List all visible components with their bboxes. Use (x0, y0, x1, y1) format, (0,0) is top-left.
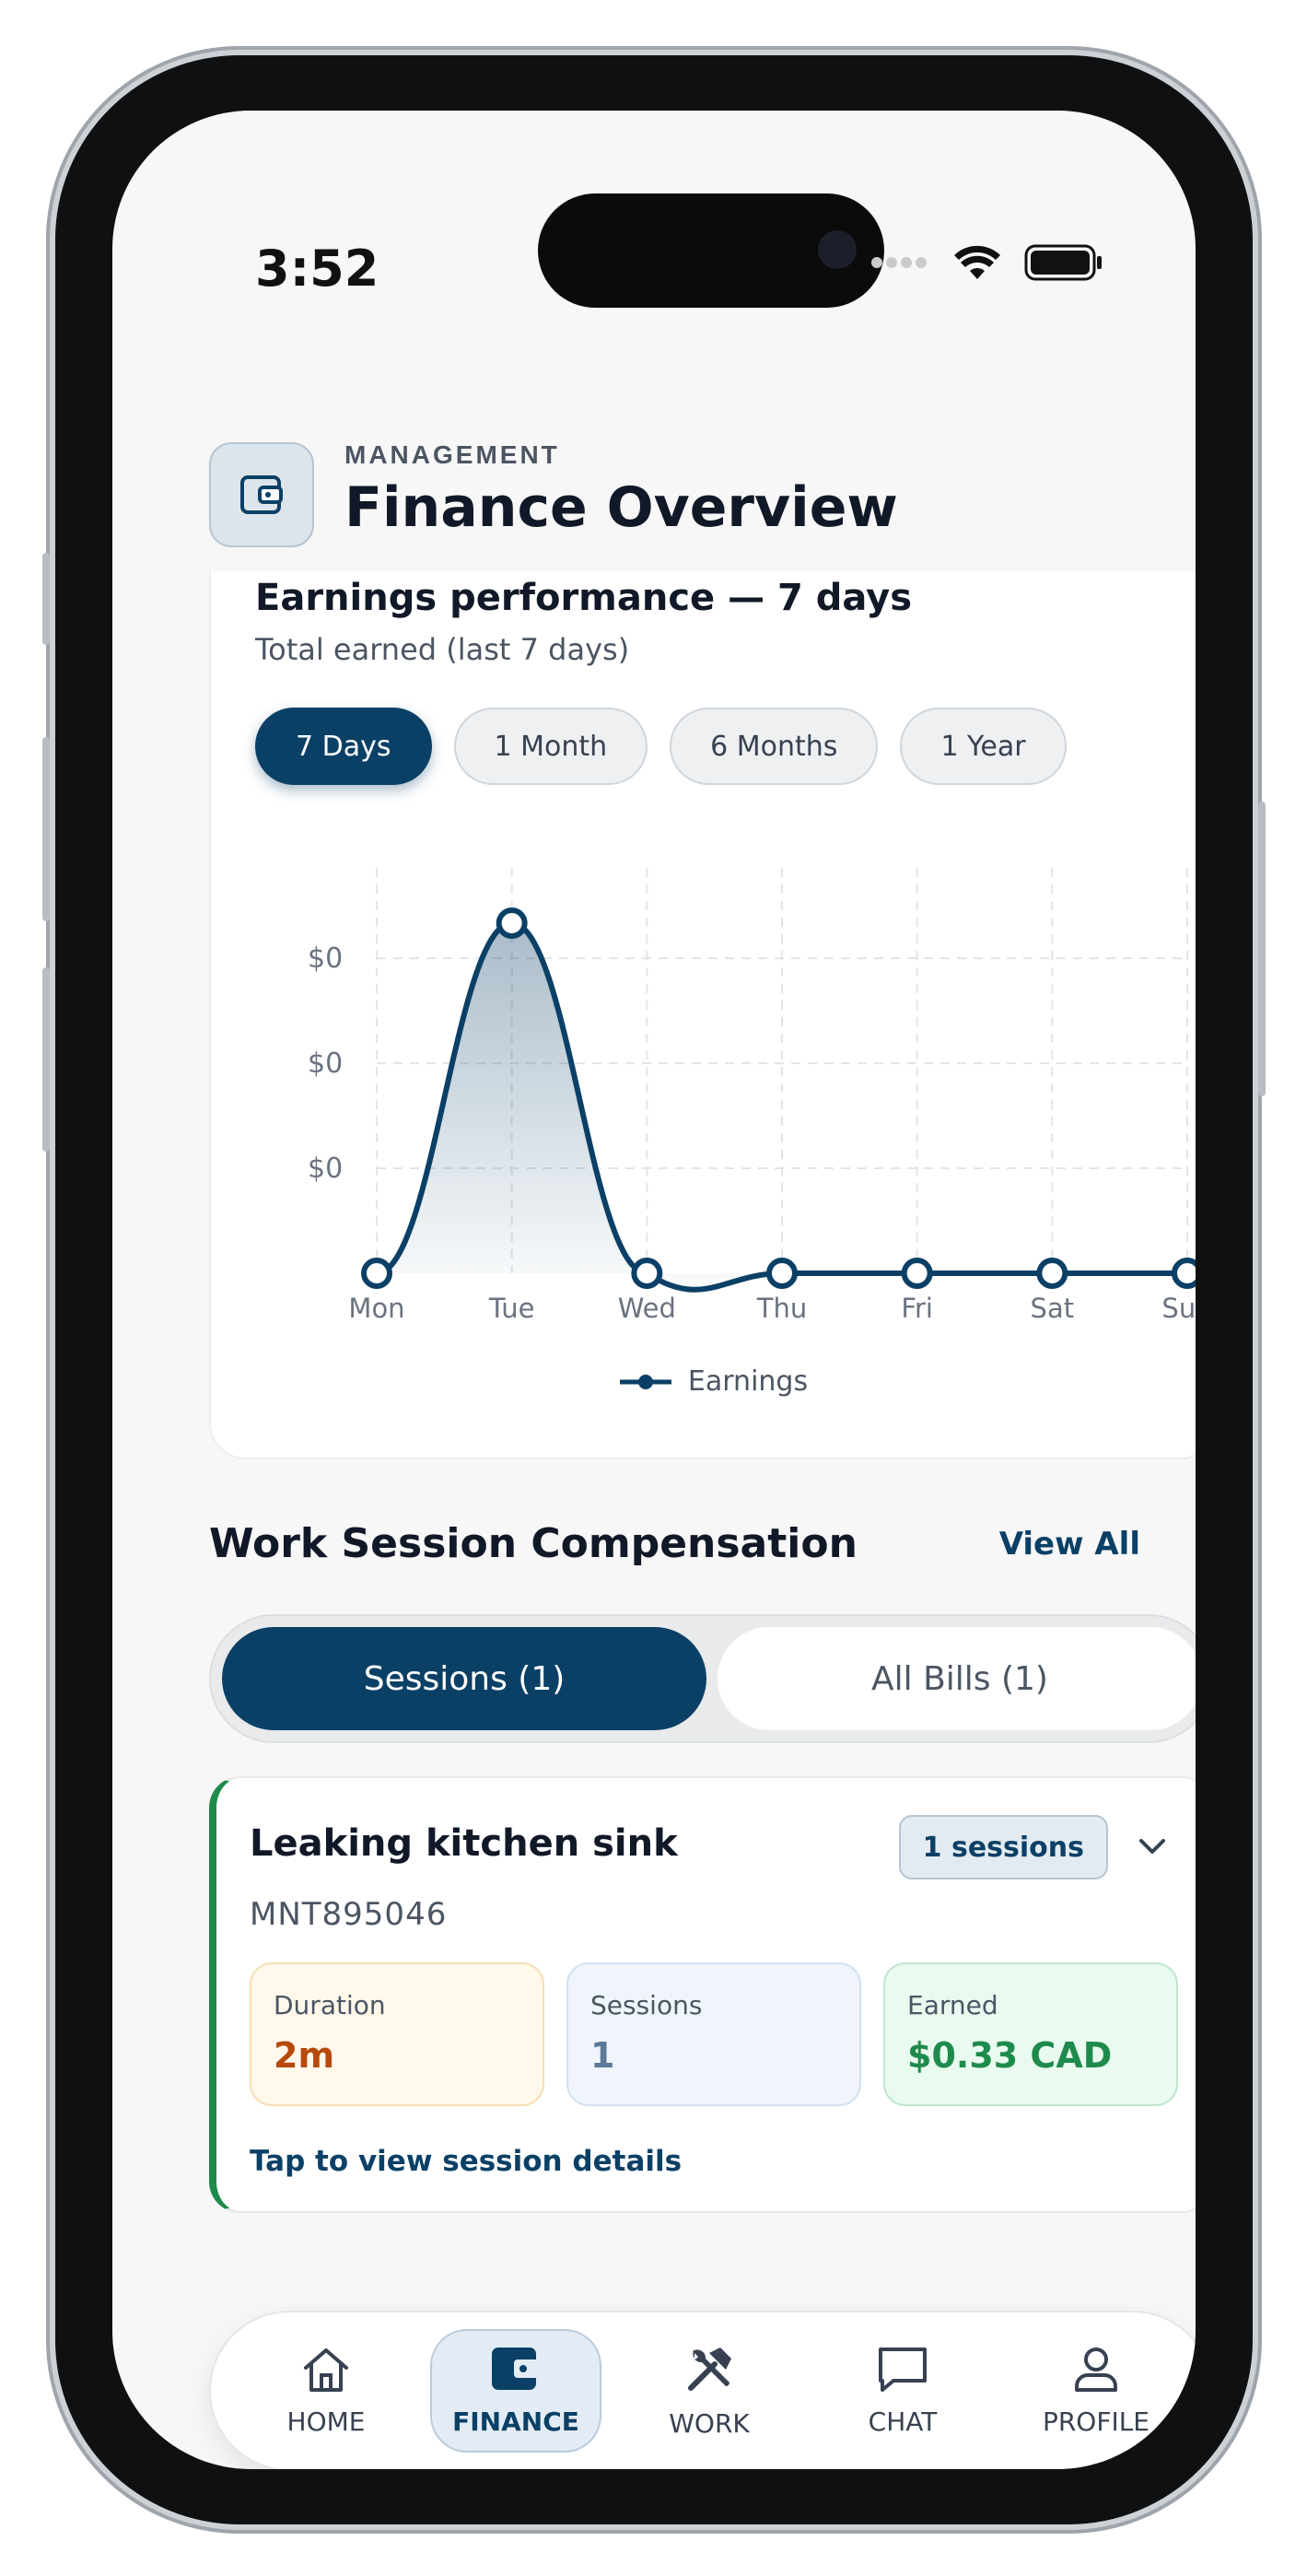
nav-finance-label: FINANCE (452, 2406, 579, 2437)
y-tick-label: $0 (308, 943, 343, 975)
nav-profile[interactable]: PROFILE (1010, 2329, 1182, 2453)
y-tick-label: $0 (308, 1153, 343, 1185)
wallet-icon (492, 2347, 540, 2390)
view-all-link[interactable]: View All (999, 1526, 1140, 1563)
duration-label: Duration (274, 1990, 386, 2020)
home-icon (304, 2348, 348, 2392)
status-icons (871, 240, 1103, 286)
wallet-icon (209, 442, 314, 547)
duration-value: 2m (274, 2035, 335, 2076)
tools-icon (688, 2347, 731, 2391)
earned-value: $0.33 CAD (907, 2035, 1113, 2076)
chat-icon (879, 2347, 927, 2392)
mute-switch (42, 553, 50, 645)
page-subtitle: MANAGEMENT (344, 440, 560, 469)
sessions-segment[interactable]: Sessions (1) (222, 1627, 706, 1730)
dynamic-island (538, 193, 884, 308)
status-time: 3:52 (255, 240, 379, 298)
segment-control: Sessions (1) All Bills (1) (209, 1614, 1196, 1743)
battery-icon (1024, 244, 1102, 281)
nav-home-label: HOME (286, 2406, 366, 2437)
chevron-down-icon[interactable] (1136, 1830, 1169, 1863)
session-title: Leaking kitchen sink (250, 1822, 678, 1865)
y-tick-label: $0 (308, 1048, 343, 1080)
nav-work-label: WORK (669, 2407, 750, 2439)
data-point-wed (631, 1258, 663, 1289)
data-point-fri (901, 1258, 933, 1289)
data-point-mon (361, 1258, 392, 1289)
session-details-link[interactable]: Tap to view session details (250, 2145, 682, 2178)
sessions-label: Sessions (590, 1990, 703, 2020)
x-tick-label: Wed (618, 1293, 676, 1324)
nav-home[interactable]: HOME (240, 2329, 412, 2453)
page-header: MANAGEMENT Finance Overview (112, 332, 1196, 571)
session-card[interactable]: Leaking kitchen sink 1 sessions MNT89504… (209, 1776, 1196, 2213)
volume-down-button (42, 967, 50, 1152)
power-button (1258, 802, 1266, 1096)
duration-stat: Duration 2m (250, 1962, 544, 2106)
section-title: Work Session Compensation (209, 1520, 858, 1567)
nav-chat[interactable]: CHAT (817, 2329, 988, 2453)
app-screen: 3:52 MANAGEMENT Finance Overview Earning… (112, 111, 1196, 2469)
x-tick-label: Thu (756, 1293, 807, 1324)
x-tick-label: Fri (901, 1293, 933, 1324)
legend-marker (619, 1374, 671, 1389)
x-tick-label: Mon (348, 1293, 404, 1324)
bottom-nav: HOME FINANCE WORK CHAT PROFILE (209, 2311, 1196, 2469)
page-title: Finance Overview (344, 475, 898, 540)
data-point-sat (1036, 1258, 1068, 1289)
earned-label: Earned (907, 1990, 998, 2020)
chart-legend: Earnings (211, 1365, 1196, 1398)
earnings-chart: $0 $0 $0 Mon Tue Wed Thu Fri Sat Sun (308, 868, 1196, 1324)
tab-1-year[interactable]: 1 Year (900, 708, 1067, 785)
tab-6-months[interactable]: 6 Months (670, 708, 879, 785)
tab-7-days[interactable]: 7 Days (255, 708, 432, 785)
sessions-badge: 1 sessions (898, 1815, 1108, 1879)
wifi-icon (954, 245, 1000, 279)
bills-segment[interactable]: All Bills (1) (718, 1627, 1196, 1730)
y-axis-ticks: $0 $0 $0 (308, 943, 343, 1185)
sessions-stat: Sessions 1 (566, 1962, 861, 2106)
signal-icon (871, 257, 927, 268)
x-axis-ticks: Mon Tue Wed Thu Fri Sat Sun (348, 1293, 1196, 1324)
session-code: MNT895046 (250, 1896, 448, 1933)
nav-chat-label: CHAT (868, 2406, 938, 2437)
range-tabs: 7 Days 1 Month 6 Months 1 Year (255, 708, 1067, 785)
nav-finance[interactable]: FINANCE (430, 2329, 601, 2453)
x-tick-label: Sun (1161, 1293, 1196, 1324)
sessions-value: 1 (590, 2035, 615, 2076)
data-point-thu (766, 1258, 798, 1289)
earnings-title: Earnings performance — 7 days (255, 577, 913, 619)
earnings-subtitle: Total earned (last 7 days) (255, 632, 630, 667)
tab-1-month[interactable]: 1 Month (453, 708, 648, 785)
nav-work[interactable]: WORK (624, 2329, 795, 2453)
volume-up-button (42, 737, 50, 921)
phone-frame: 3:52 MANAGEMENT Finance Overview Earning… (42, 55, 1266, 2524)
earned-stat: Earned $0.33 CAD (883, 1962, 1178, 2106)
x-tick-label: Tue (488, 1293, 535, 1324)
legend-label: Earnings (687, 1365, 809, 1398)
nav-profile-label: PROFILE (1042, 2406, 1150, 2437)
data-point-tue (496, 907, 528, 939)
profile-icon (1075, 2347, 1117, 2392)
earnings-card: Earnings performance — 7 days Total earn… (209, 516, 1196, 1459)
data-point-sun (1172, 1258, 1196, 1289)
x-tick-label: Sat (1031, 1293, 1075, 1324)
